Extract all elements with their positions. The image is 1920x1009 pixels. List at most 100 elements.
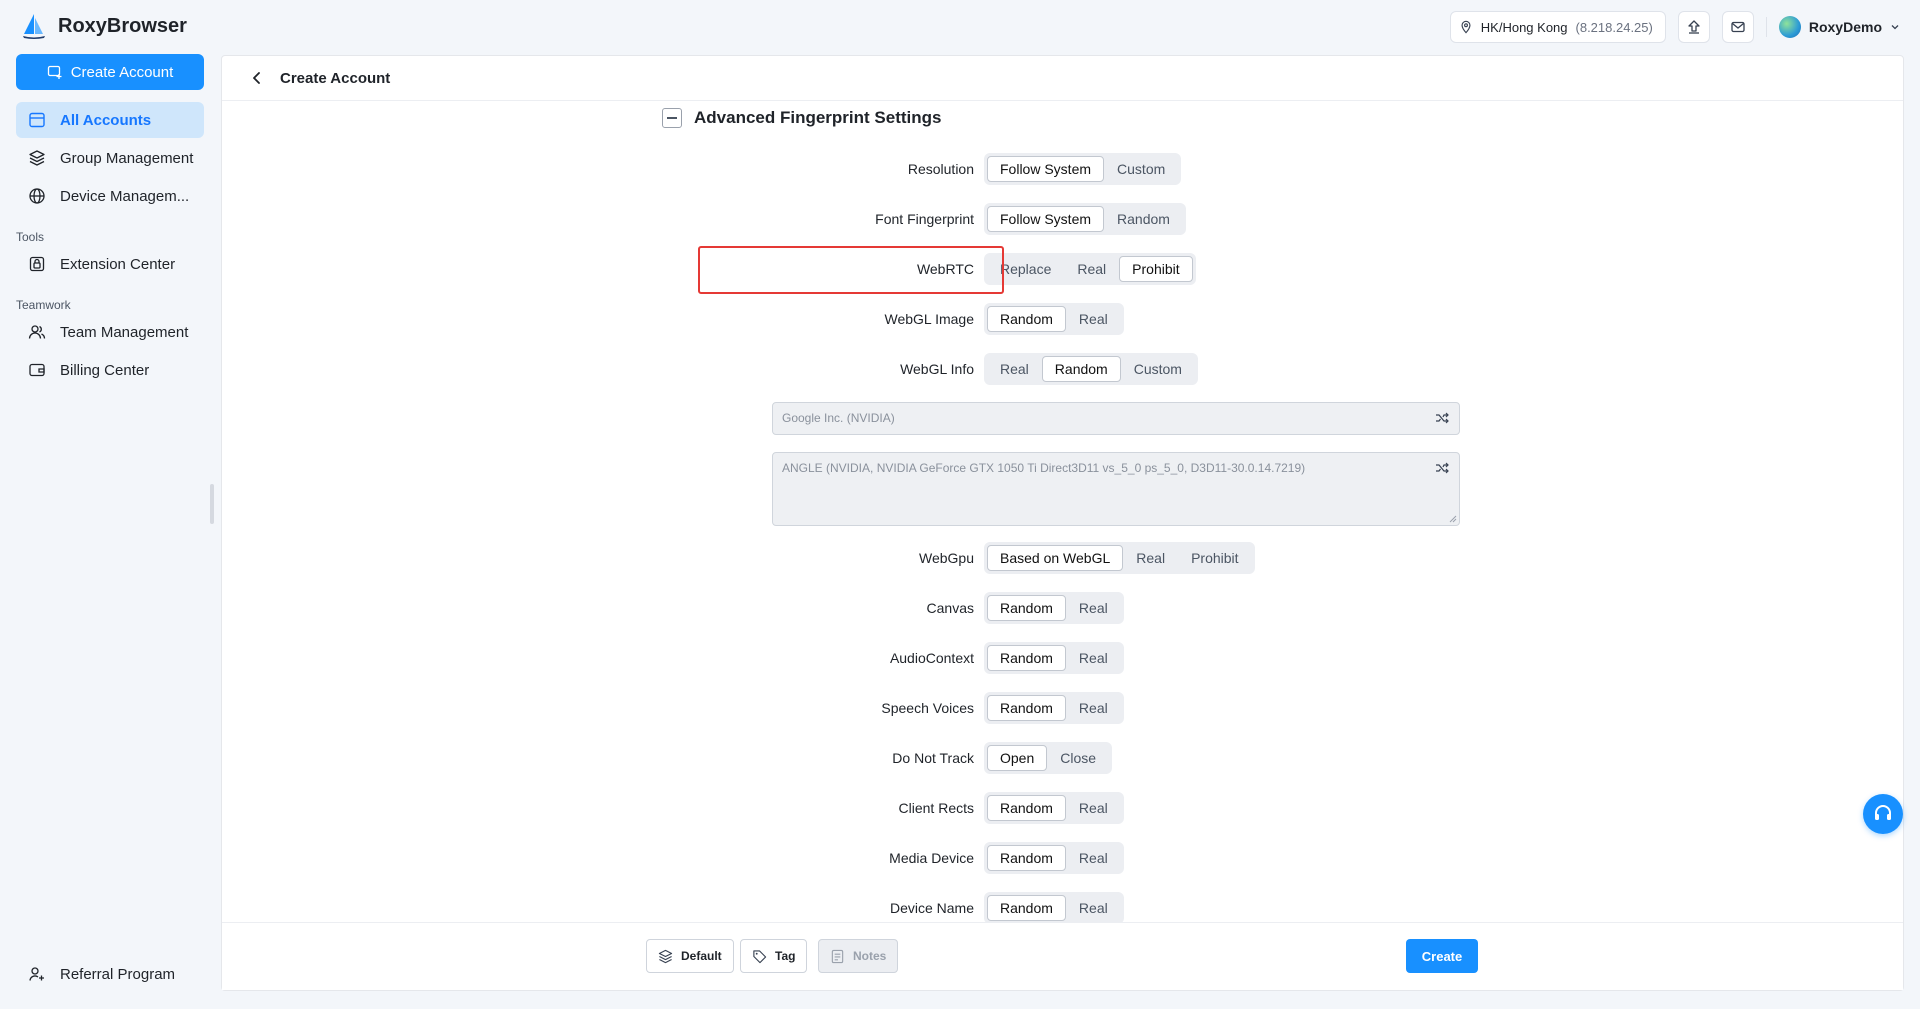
option-follow-system[interactable]: Follow System	[987, 156, 1105, 182]
sidebar-item-all-accounts[interactable]: All Accounts	[16, 102, 204, 138]
logo-icon	[23, 14, 45, 39]
option-random[interactable]: Random	[987, 845, 1066, 871]
setting-label: Client Rects	[898, 799, 974, 816]
setting-label: WebGL Image	[884, 310, 975, 327]
option-real[interactable]: Real	[1064, 256, 1119, 282]
option-real[interactable]: Real	[1066, 645, 1121, 671]
setting-label: Do Not Track	[892, 749, 974, 766]
sidebar-resize-handle[interactable]	[210, 484, 214, 524]
option-random[interactable]: Random	[987, 895, 1066, 921]
top-bar: RoxyBrowser HK/Hong Kong (8.218.24.25) R…	[0, 0, 1920, 54]
option-open[interactable]: Open	[987, 745, 1048, 771]
support-button[interactable]	[1863, 794, 1903, 834]
option-real[interactable]: Real	[1066, 306, 1121, 332]
shuffle-icon[interactable]	[1435, 411, 1449, 425]
option-random[interactable]: Random	[987, 306, 1066, 332]
option-random[interactable]: Random	[987, 695, 1066, 721]
tag-button[interactable]: Tag	[740, 939, 808, 973]
option-custom[interactable]: Custom	[1121, 356, 1195, 382]
advanced-fingerprint-section[interactable]: Advanced Fingerprint Settings	[662, 108, 941, 128]
user-menu[interactable]: RoxyDemo	[1778, 16, 1900, 38]
canvas-segmented: Random Real	[984, 592, 1124, 624]
option-real[interactable]: Real	[1066, 845, 1121, 871]
upload-button[interactable]	[1677, 11, 1710, 43]
messages-button[interactable]	[1721, 11, 1754, 43]
media-device-segmented: Random Real	[984, 842, 1124, 874]
setting-webgpu: WebGpu Based on WebGL Real Prohibit	[662, 542, 1255, 574]
sidebar-item-label: Billing Center	[60, 361, 150, 379]
sidebar-item-group-management[interactable]: Group Management	[16, 140, 204, 176]
webrtc-highlight-box	[698, 246, 1004, 294]
option-follow-system[interactable]: Follow System	[987, 206, 1105, 232]
ip-address: (8.218.24.25)	[1575, 19, 1653, 35]
create-account-panel: Create Account Advanced Fingerprint Sett…	[221, 55, 1904, 991]
webgl-vendor-field[interactable]: Google Inc. (NVIDIA)	[772, 402, 1460, 435]
page-title: Create Account	[280, 69, 391, 87]
resolution-segmented: Follow System Custom	[984, 153, 1182, 185]
sidebar-item-referral-program[interactable]: Referral Program	[16, 956, 204, 992]
notes-icon	[831, 949, 844, 963]
setting-label: Font Fingerprint	[875, 210, 974, 227]
accounts-icon	[29, 112, 45, 128]
option-real[interactable]: Real	[1066, 895, 1121, 921]
proxy-location[interactable]: HK/Hong Kong (8.218.24.25)	[1449, 11, 1666, 43]
shuffle-icon[interactable]	[1435, 461, 1449, 475]
default-button[interactable]: Default	[646, 939, 734, 973]
setting-speech-voices: Speech Voices Random Real	[662, 692, 1124, 724]
create-account-button[interactable]: Create Account	[16, 54, 204, 90]
setting-canvas: Canvas Random Real	[662, 592, 1124, 624]
create-button[interactable]: Create	[1406, 939, 1478, 973]
setting-label: Canvas	[926, 599, 974, 616]
page-header: Create Account	[222, 56, 1903, 101]
option-custom[interactable]: Custom	[1104, 156, 1178, 182]
option-random[interactable]: Random	[1041, 356, 1121, 382]
sidebar-item-team-management[interactable]: Team Management	[16, 314, 204, 350]
layers-icon	[29, 150, 45, 166]
option-random[interactable]: Random	[987, 645, 1066, 671]
referral-icon	[29, 967, 44, 981]
setting-label: WebGpu	[919, 549, 974, 566]
extension-icon	[29, 256, 45, 272]
option-prohibit[interactable]: Prohibit	[1119, 256, 1193, 282]
setting-webgl-info: WebGL Info Real Random Custom	[662, 353, 1198, 385]
option-close[interactable]: Close	[1047, 745, 1109, 771]
option-real[interactable]: Real	[1066, 595, 1121, 621]
option-real[interactable]: Real	[1066, 795, 1121, 821]
option-real[interactable]: Real	[987, 356, 1042, 382]
section-title: Advanced Fingerprint Settings	[694, 108, 942, 127]
resize-grip-icon[interactable]	[1449, 515, 1457, 523]
tag-icon	[753, 949, 767, 963]
brand: RoxyBrowser	[20, 12, 187, 40]
option-real[interactable]: Real	[1066, 695, 1121, 721]
setting-resolution: Resolution Follow System Custom	[662, 153, 1182, 185]
sidebar-item-extension-center[interactable]: Extension Center	[16, 246, 204, 282]
client-rects-segmented: Random Real	[984, 792, 1124, 824]
option-real[interactable]: Real	[1123, 545, 1178, 571]
setting-label: Media Device	[889, 849, 974, 866]
avatar	[1778, 16, 1801, 38]
sidebar-item-label: Device Managem...	[60, 187, 190, 205]
option-random[interactable]: Random	[987, 795, 1066, 821]
option-random[interactable]: Random	[1104, 206, 1183, 232]
speech-voices-segmented: Random Real	[984, 692, 1124, 724]
collapse-icon[interactable]	[662, 108, 682, 128]
tools-heading: Tools	[16, 230, 45, 244]
layers-icon	[658, 949, 673, 963]
setting-label: Device Name	[889, 899, 974, 916]
app-name: RoxyBrowser	[58, 14, 187, 37]
option-based-on-webgl[interactable]: Based on WebGL	[987, 545, 1124, 571]
option-prohibit[interactable]: Prohibit	[1178, 545, 1251, 571]
notes-button[interactable]: Notes	[818, 939, 899, 973]
panel-footer: Default Tag Notes Create	[222, 922, 1903, 990]
sidebar-item-billing-center[interactable]: Billing Center	[16, 352, 204, 388]
option-random[interactable]: Random	[987, 595, 1066, 621]
sidebar-item-label: Team Management	[60, 323, 189, 341]
setting-media-device: Media Device Random Real	[662, 842, 1124, 874]
create-account-label: Create Account	[70, 63, 174, 81]
webgl-renderer-field[interactable]: ANGLE (NVIDIA, NVIDIA GeForce GTX 1050 T…	[772, 452, 1460, 526]
back-arrow-icon[interactable]	[250, 71, 264, 85]
webgl-image-segmented: Random Real	[984, 303, 1124, 335]
do-not-track-segmented: Open Close	[984, 742, 1113, 774]
sidebar-item-device-management[interactable]: Device Managem...	[16, 178, 204, 214]
setting-client-rects: Client Rects Random Real	[662, 792, 1124, 824]
